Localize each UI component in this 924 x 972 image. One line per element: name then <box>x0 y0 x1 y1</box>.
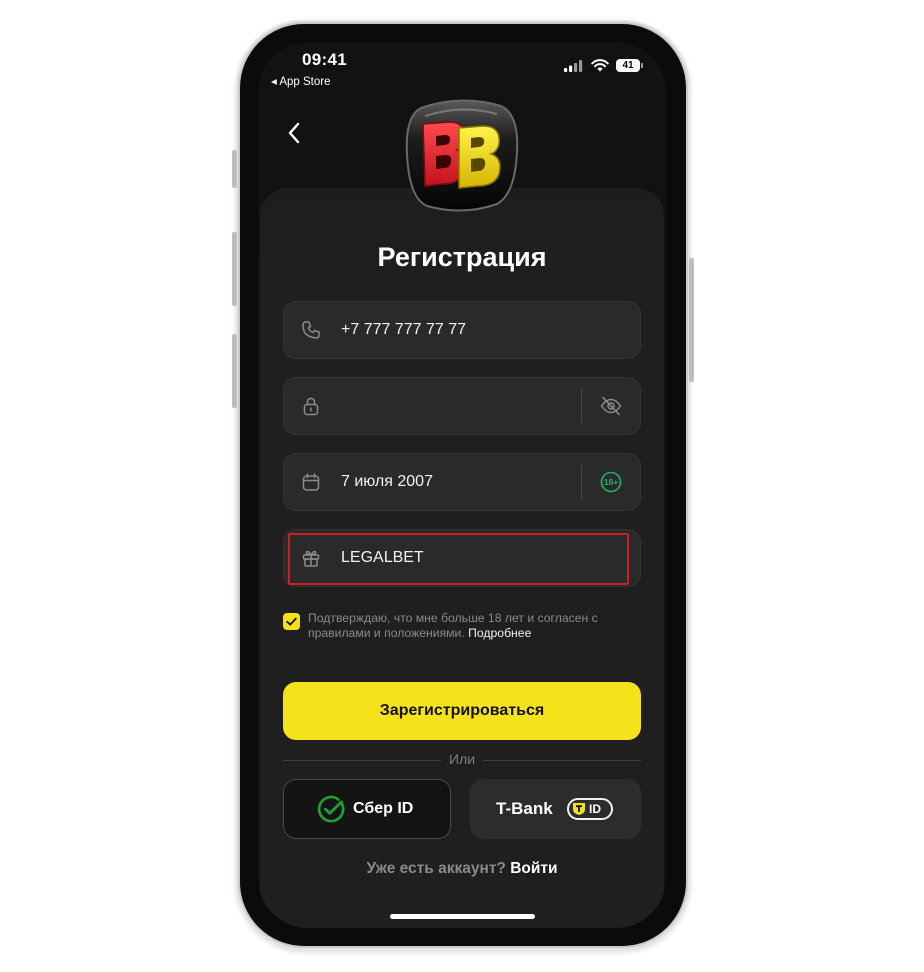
password-field[interactable] <box>283 377 641 435</box>
lock-icon <box>303 397 319 416</box>
bb-logo-icon <box>405 99 519 212</box>
login-question: Уже есть аккаунт? <box>366 860 506 877</box>
birthdate-value: 7 июля 2007 <box>341 473 433 490</box>
home-indicator <box>390 914 535 919</box>
age-badge-text: 18+ <box>604 477 618 487</box>
wifi-icon <box>591 59 609 72</box>
phone-icon <box>302 321 320 339</box>
login-row: Уже есть аккаунт? Войти <box>258 860 666 878</box>
birthdate-field[interactable]: 7 июля 2007 18+ <box>283 453 641 511</box>
phone-value: +7 777 777 77 77 <box>341 321 467 338</box>
page-title: Регистрация <box>377 242 547 272</box>
tbank-id-badge: ID <box>567 798 613 820</box>
sber-id-label: Сбер ID <box>353 800 414 817</box>
consent-text: Подтверждаю, что мне больше 18 лет и сог… <box>308 611 628 641</box>
consent-checkbox[interactable] <box>283 613 300 630</box>
tbank-label: T-Bank <box>496 799 553 818</box>
status-time: 09:41 <box>302 50 347 69</box>
age-18-plus-icon: 18+ <box>600 471 622 493</box>
tbank-id-text: ID <box>589 802 601 816</box>
tbank-id-button[interactable]: T-Bank ID <box>470 779 641 839</box>
field-divider <box>581 465 582 499</box>
cellular-signal-icon <box>564 59 583 72</box>
consent-label: Подтверждаю, что мне больше 18 лет и сог… <box>308 611 598 640</box>
power-button <box>689 258 694 382</box>
or-label: Или <box>448 751 476 767</box>
app-screen: 09:41 ◂ App Store 41 Регистрация +7 777 … <box>258 42 666 928</box>
phone-field[interactable]: +7 777 777 77 77 <box>283 301 641 359</box>
login-link[interactable]: Войти <box>510 860 557 877</box>
battery-indicator: 41 <box>616 59 643 72</box>
register-button[interactable]: Зарегистрироваться <box>283 682 641 740</box>
sber-logo-icon <box>317 795 345 823</box>
volume-down-button <box>232 334 237 408</box>
eye-off-icon[interactable] <box>599 394 623 418</box>
mute-switch <box>232 150 237 188</box>
consent-more-link[interactable]: Подробнее <box>468 626 531 640</box>
checkmark-icon <box>286 617 297 626</box>
field-divider <box>581 389 582 423</box>
status-icons: 41 <box>564 59 643 72</box>
chevron-left-icon[interactable] <box>282 120 308 146</box>
calendar-icon <box>302 473 320 491</box>
tbank-shield-icon <box>573 803 585 815</box>
promo-code-highlight <box>288 533 629 585</box>
sber-id-button[interactable]: Сбер ID <box>283 779 451 839</box>
volume-up-button <box>232 232 237 306</box>
app-store-back-link[interactable]: ◂ App Store <box>271 74 330 88</box>
